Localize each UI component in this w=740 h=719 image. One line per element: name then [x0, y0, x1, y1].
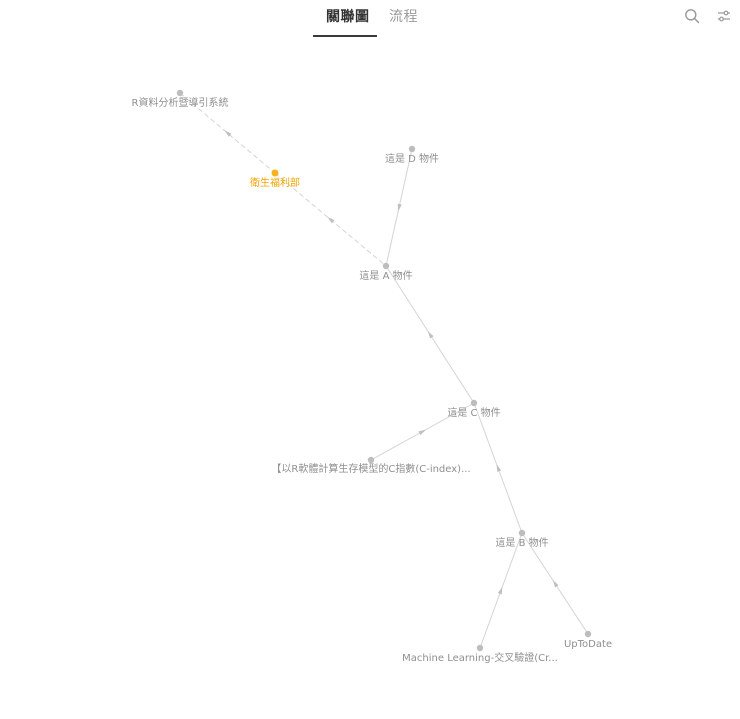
graph-edges — [179, 92, 589, 649]
edge-arrow — [552, 580, 559, 588]
node-label[interactable]: 這是 B 物件 — [495, 536, 548, 549]
graph-node-cindex[interactable]: 【以R軟體計算生存模型的C指數(C-index)... — [271, 456, 471, 475]
search-button[interactable] — [682, 6, 702, 26]
edge-arrow — [427, 331, 434, 339]
graph-node-b-obj[interactable]: 這是 B 物件 — [495, 529, 549, 549]
node-dot[interactable] — [470, 399, 478, 407]
graph-node-uptodate[interactable]: UpToDate — [564, 630, 612, 650]
node-dot[interactable] — [367, 456, 375, 464]
filter-settings-button[interactable] — [714, 6, 734, 26]
active-tab-indicator — [313, 35, 377, 37]
node-dot[interactable] — [476, 644, 484, 652]
sliders-icon — [718, 10, 730, 22]
search-icon — [685, 9, 700, 24]
node-dot[interactable] — [382, 262, 390, 270]
node-label[interactable]: Machine Learning-交叉驗證(Cr... — [402, 651, 558, 664]
node-dot[interactable] — [408, 145, 416, 153]
graph-nodes: R資料分析暨導引系統衛生福利部 這是 D 物件這是 A 物件這是 C 物件【以R軟… — [132, 89, 612, 664]
view-tabs: 關聯圖 流程 — [0, 0, 740, 40]
graph-node-c-obj[interactable]: 這是 C 物件 — [447, 399, 501, 419]
edge-arrow — [496, 464, 502, 472]
node-dot[interactable] — [271, 169, 279, 177]
node-label[interactable]: R資料分析暨導引系統 — [132, 96, 229, 109]
node-label[interactable]: 衛生福利部 — [250, 176, 300, 189]
graph-node-welfare[interactable]: 衛生福利部 — [250, 169, 300, 190]
graph-node-a-obj[interactable]: 這是 A 物件 — [359, 262, 413, 282]
tab-relation-graph[interactable]: 關聯圖 — [326, 7, 370, 27]
graph-node-d-obj[interactable]: 這是 D 物件 — [385, 145, 439, 165]
graph-node-ml[interactable]: Machine Learning-交叉驗證(Cr... — [402, 644, 558, 664]
node-label[interactable]: 這是 D 物件 — [385, 152, 439, 165]
edge-arrow — [418, 429, 426, 435]
relation-graph-canvas[interactable]: R資料分析暨導引系統衛生福利部 這是 D 物件這是 A 物件這是 C 物件【以R軟… — [0, 40, 740, 719]
node-label[interactable]: 這是 A 物件 — [359, 269, 412, 282]
graph-node-r-system[interactable]: R資料分析暨導引系統 — [132, 89, 229, 109]
node-dot[interactable] — [176, 89, 184, 97]
edge-arrow — [497, 586, 503, 595]
node-label[interactable]: 【以R軟體計算生存模型的C指數(C-index)... — [271, 462, 470, 475]
edge-arrow — [397, 203, 402, 212]
node-dot[interactable] — [584, 630, 592, 638]
node-dot[interactable] — [518, 529, 526, 537]
node-label[interactable]: 這是 C 物件 — [447, 406, 500, 419]
node-label[interactable]: UpToDate — [564, 639, 612, 650]
tab-flow[interactable]: 流程 — [389, 7, 418, 27]
